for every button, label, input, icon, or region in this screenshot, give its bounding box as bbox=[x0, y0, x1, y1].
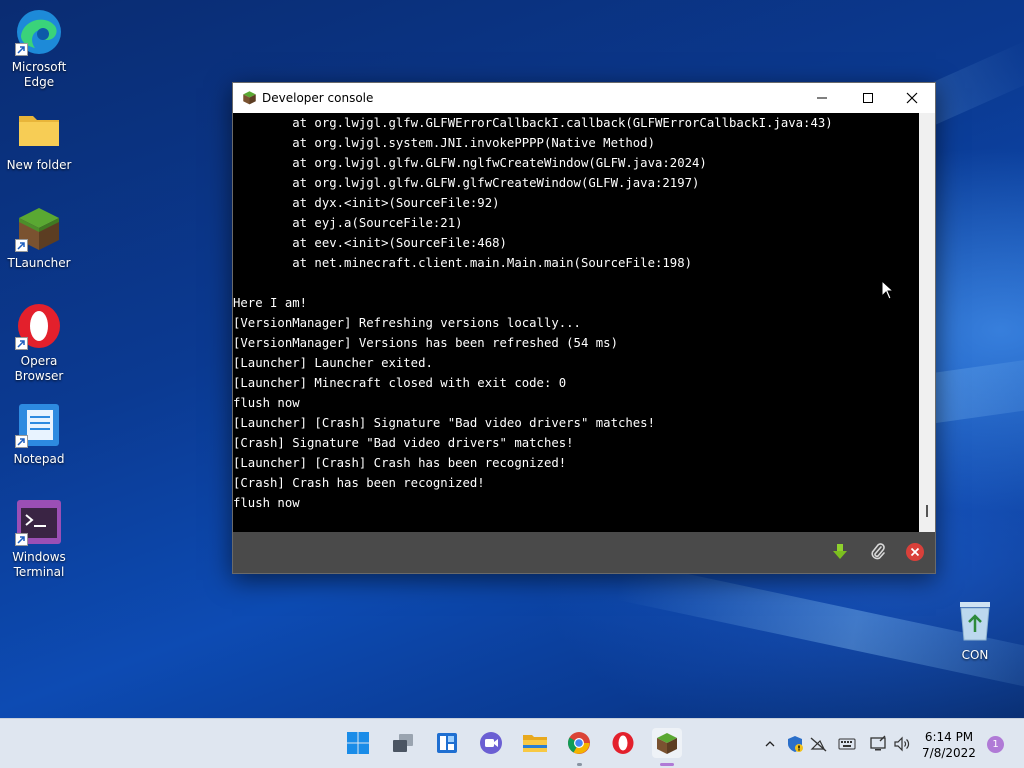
console-line: [Crash] Crash has been recognized! bbox=[233, 476, 485, 490]
clock-date: 7/8/2022 bbox=[922, 746, 976, 760]
console-line: at org.lwjgl.system.JNI.invokePPPP(Nativ… bbox=[233, 136, 655, 150]
console-line: at net.minecraft.client.main.Main.main(S… bbox=[233, 256, 693, 270]
volume-icon[interactable] bbox=[892, 734, 912, 754]
desktop-icon-label: CON bbox=[961, 648, 989, 662]
console-line: at dyx.<init>(SourceFile:92) bbox=[233, 196, 500, 210]
desktop-icon-notepad[interactable]: Notepad bbox=[3, 400, 75, 467]
tlauncher-icon bbox=[15, 204, 63, 252]
display-icon[interactable] bbox=[868, 734, 888, 754]
console-line: flush now bbox=[233, 496, 300, 510]
desktop-icon-label: Microsoft Edge bbox=[11, 60, 67, 89]
task-view-icon[interactable] bbox=[388, 728, 418, 758]
terminal-icon bbox=[15, 498, 63, 546]
minimize-icon bbox=[817, 97, 827, 99]
console-toolbar bbox=[233, 532, 935, 573]
save-log-button[interactable] bbox=[829, 541, 851, 563]
console-line: [Crash] Signature "Bad video drivers" ma… bbox=[233, 436, 574, 450]
recycle-bin-icon bbox=[951, 596, 999, 644]
developer-console-window[interactable]: Developer console at org.lwjgl.glfw.GLFW… bbox=[232, 82, 936, 574]
keyboard-icon[interactable] bbox=[837, 734, 857, 754]
attach-icon bbox=[871, 543, 885, 560]
scrollbar-thumb[interactable] bbox=[926, 505, 928, 517]
folder-icon bbox=[15, 106, 63, 154]
console-line: at org.lwjgl.glfw.GLFW.nglfwCreateWindow… bbox=[233, 156, 707, 170]
console-line: at org.lwjgl.glfw.GLFWErrorCallbackI.cal… bbox=[233, 116, 833, 130]
kill-process-button[interactable] bbox=[904, 541, 926, 563]
console-line: at eev.<init>(SourceFile:468) bbox=[233, 236, 507, 250]
console-line: [Launcher] Launcher exited. bbox=[233, 356, 433, 370]
desktop-icon-label: Notepad bbox=[13, 452, 65, 466]
desktop-icon-opera[interactable]: Opera Browser bbox=[3, 302, 75, 384]
console-line: [VersionManager] Versions has been refre… bbox=[233, 336, 618, 350]
window-titlebar[interactable]: Developer console bbox=[233, 83, 935, 113]
clock-time: 6:14 PM bbox=[924, 730, 974, 744]
opera-icon bbox=[15, 302, 63, 350]
file-explorer-icon[interactable] bbox=[520, 728, 550, 758]
console-output[interactable]: at org.lwjgl.glfw.GLFWErrorCallbackI.cal… bbox=[233, 113, 919, 532]
opera-icon[interactable] bbox=[608, 728, 638, 758]
desktop-icon-edge[interactable]: Microsoft Edge bbox=[3, 8, 75, 90]
chevron-up-icon[interactable] bbox=[760, 734, 780, 754]
taskbar: 6:14 PM 7/8/2022 1 bbox=[0, 718, 1024, 768]
maximize-button[interactable] bbox=[845, 83, 891, 113]
console-line: Here I am! bbox=[233, 296, 308, 310]
console-line: [VersionManager] Refreshing versions loc… bbox=[233, 316, 581, 330]
window-title: Developer console bbox=[262, 91, 374, 105]
desktop-icon-label: Opera Browser bbox=[14, 354, 64, 383]
notepad-icon bbox=[15, 400, 63, 448]
desktop-icon-windows-terminal[interactable]: Windows Terminal bbox=[3, 498, 75, 580]
download-icon bbox=[833, 544, 847, 559]
console-line: [Launcher] Minecraft closed with exit co… bbox=[233, 376, 567, 390]
notification-badge[interactable]: 1 bbox=[987, 736, 1004, 753]
console-scrollbar[interactable] bbox=[919, 113, 935, 532]
desktop-icon-label: TLauncher bbox=[7, 256, 71, 270]
close-icon bbox=[906, 92, 918, 104]
security-icon[interactable] bbox=[785, 734, 805, 754]
edge-icon bbox=[15, 8, 63, 56]
close-circle-icon bbox=[906, 543, 924, 561]
active-app-indicator bbox=[660, 763, 674, 766]
network-off-icon[interactable] bbox=[809, 734, 829, 754]
system-clock[interactable]: 6:14 PM 7/8/2022 bbox=[918, 729, 980, 761]
tlauncher-icon bbox=[242, 90, 257, 105]
widgets-icon[interactable] bbox=[432, 728, 462, 758]
attach-button[interactable] bbox=[867, 541, 889, 563]
tlauncher-icon[interactable] bbox=[652, 728, 682, 758]
chat-icon[interactable] bbox=[476, 728, 506, 758]
console-line: at org.lwjgl.glfw.GLFW.glfwCreateWindow(… bbox=[233, 176, 700, 190]
minimize-button[interactable] bbox=[799, 83, 845, 113]
desktop-icon-label: Windows Terminal bbox=[12, 550, 66, 579]
console-line: flush now bbox=[233, 396, 300, 410]
close-button[interactable] bbox=[889, 83, 935, 113]
console-line: at eyj.a(SourceFile:21) bbox=[233, 216, 463, 230]
mouse-cursor-icon bbox=[881, 279, 895, 304]
chrome-icon[interactable] bbox=[564, 728, 594, 758]
console-line: [Launcher] [Crash] Crash has been recogn… bbox=[233, 456, 567, 470]
maximize-icon bbox=[863, 93, 873, 103]
desktop-icon-label: New folder bbox=[6, 158, 72, 172]
console-line: [Launcher] [Crash] Signature "Bad video … bbox=[233, 416, 655, 430]
desktop-icon-new-folder[interactable]: New folder bbox=[3, 106, 75, 173]
running-app-indicator bbox=[577, 763, 582, 766]
desktop-icon-tlauncher[interactable]: TLauncher bbox=[3, 204, 75, 271]
desktop-icon-recycle-bin[interactable]: CON bbox=[939, 596, 1011, 663]
windows-start-icon[interactable] bbox=[343, 728, 373, 758]
